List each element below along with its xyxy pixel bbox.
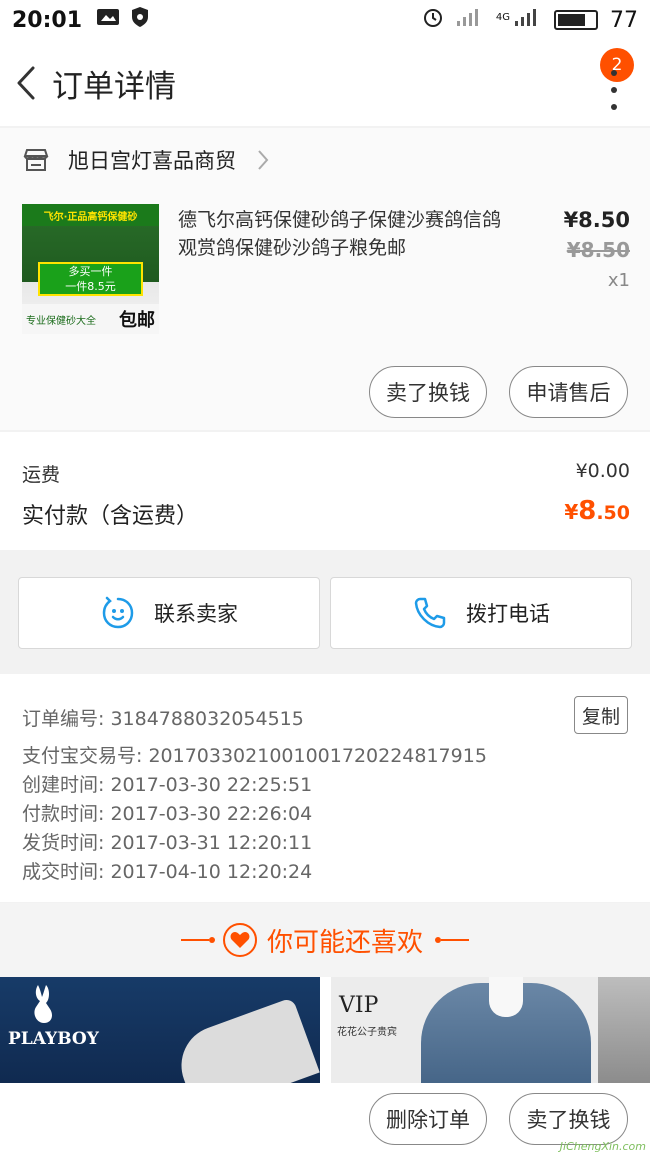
product-brand: VIP [339,993,379,1018]
contact-section: 联系卖家 拨打电话 [0,552,650,660]
divider-dot-left [208,937,215,943]
sell-button-bottom[interactable]: 卖了换钱 [509,1093,628,1145]
back-icon [17,66,35,100]
recommend-products: PLAYBOY VIP 花花公子贵宾 [0,977,650,1083]
shop-row[interactable]: 旭日宫灯喜品商贸 [0,128,650,192]
shop-name: 旭日宫灯喜品商贸 [68,149,236,173]
recommend-product-card[interactable]: PLAYBOY [0,977,320,1083]
order-item[interactable]: 飞尔·正品高钙保健砂 多买一件 一件8.5元 专业保健砂大全 包邮 德飞尔高钙保… [0,192,650,430]
thumb-footer: 专业保健砂大全 包邮 [22,304,159,334]
product-original-price: ¥8.50 [566,238,630,262]
bunny-logo-icon [34,985,52,1023]
product-image-neck [489,977,523,1017]
battery-icon [554,10,598,30]
chat-icon [102,596,134,629]
call-phone-button[interactable]: 拨打电话 [330,577,632,649]
paid-currency: ¥ [564,500,579,524]
bottom-action-bar: 删除订单 卖了换钱 [0,1083,650,1155]
thumb-footer-big: 包邮 [119,310,155,331]
paid-value: ¥8.50 [564,496,630,526]
back-button[interactable] [4,40,48,126]
recommend-header: 你可能还喜欢 [0,903,650,977]
shipped-time: 发货时间: 2017-03-31 12:20:11 [22,832,313,854]
order-number: 订单编号: 3184788032054515 [22,708,304,730]
product-title[interactable]: 德飞尔高钙保健砂鸽子保健沙赛鸽信鸽观赏鸽保健砂沙鸽子粮免邮 [178,206,518,262]
more-icon [611,70,617,76]
image-notification-icon [96,7,120,33]
battery-percent: 77 [610,7,638,33]
paid-time: 付款时间: 2017-03-30 22:26:04 [22,803,313,825]
paid-label: 实付款（含运费） [22,504,199,529]
alarm-icon [422,6,444,34]
completed-time: 成交时间: 2017-04-10 12:20:24 [22,861,313,883]
product-thumbnail[interactable]: 飞尔·正品高钙保健砂 多买一件 一件8.5元 专业保健砂大全 包邮 [22,204,159,334]
watermark: JiChengXin.com [559,1140,646,1153]
more-button[interactable] [604,70,624,110]
thumb-band: 飞尔·正品高钙保健砂 [22,204,159,226]
contact-seller-button[interactable]: 联系卖家 [18,577,320,649]
sell-button[interactable]: 卖了换钱 [369,366,487,418]
created-time: 创建时间: 2017-03-30 22:25:51 [22,774,313,796]
nav-bar: 订单详情 2 [0,40,650,126]
product-image-shoe [170,997,320,1083]
recommend-product-card[interactable]: VIP 花花公子贵宾 [331,977,650,1083]
payment-summary: 运费 ¥0.00 实付款（含运费） ¥8.50 [0,432,650,550]
chevron-right-icon [258,150,269,170]
signal-icon [456,7,484,33]
product-brand: PLAYBOY [8,1029,99,1049]
shipping-value: ¥0.00 [575,460,630,482]
heart-icon [222,923,257,957]
phone-icon [414,597,446,629]
product-quantity: x1 [607,270,630,291]
copy-button[interactable]: 复制 [574,696,628,734]
divider-left [180,939,209,941]
signal-icon-2 [514,7,542,33]
after-sale-button[interactable]: 申请售后 [509,366,628,418]
product-image-building [598,977,650,1083]
order-info: 订单编号: 3184788032054515 复制 支付宝交易号: 201703… [0,674,650,902]
page-title: 订单详情 [52,68,176,105]
thumb-promo-line2: 一件8.5元 [65,280,116,293]
paid-integer: 8 [578,496,597,526]
divider-right [441,939,469,941]
delete-order-button[interactable]: 删除订单 [369,1093,487,1145]
alipay-trade-number: 支付宝交易号: 2017033021001001720224817915 [22,745,487,767]
paid-decimal: .50 [596,502,630,524]
status-bar: 20:01 4G 77 [0,0,650,40]
call-phone-label: 拨打电话 [466,602,550,626]
product-price: ¥8.50 [563,208,630,232]
status-time: 20:01 [12,7,83,33]
thumb-promo: 多买一件 一件8.5元 [38,262,143,296]
thumb-footer-text: 专业保健砂大全 [26,315,96,327]
recommend-title: 你可能还喜欢 [266,927,423,958]
contact-seller-label: 联系卖家 [154,602,238,626]
shipping-label: 运费 [22,464,61,486]
shop-icon [23,149,49,171]
thumb-promo-line1: 多买一件 [68,265,113,278]
network-type: 4G [495,12,510,23]
product-brand-sub: 花花公子贵宾 [337,1027,397,1038]
shield-icon [130,6,150,34]
